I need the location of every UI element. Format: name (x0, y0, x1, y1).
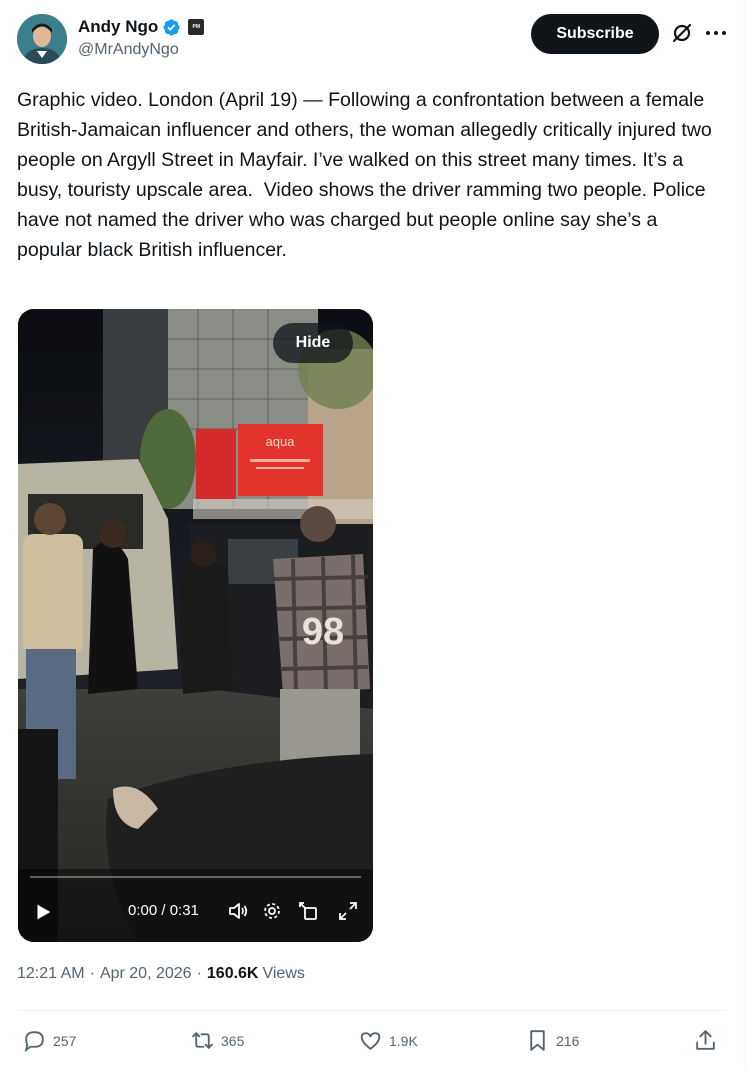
play-icon[interactable] (32, 901, 54, 923)
author-block: Andy Ngo PM @MrAndyNgo (78, 16, 205, 59)
heart-icon (360, 1032, 381, 1050)
hide-button[interactable]: Hide (273, 323, 353, 363)
bookmark-button[interactable]: 216 (525, 1028, 579, 1053)
tweet-time[interactable]: 12:21 AM (17, 965, 85, 983)
repost-icon (192, 1032, 213, 1049)
divider (17, 1010, 725, 1011)
video-progress-bar[interactable] (30, 876, 361, 878)
meta-separator: · (89, 965, 95, 982)
settings-gear-icon[interactable] (260, 899, 284, 923)
grok-icon[interactable] (670, 21, 694, 45)
subscribe-button[interactable]: Subscribe (531, 14, 659, 54)
like-button[interactable]: 1.9K (358, 1028, 418, 1053)
tweet-date[interactable]: Apr 20, 2026 (100, 965, 192, 983)
pip-icon[interactable] (296, 899, 320, 923)
views-count: 160.6K (206, 965, 259, 982)
store-sign-text: aqua (266, 434, 296, 449)
jersey-number-text: 98 (302, 611, 344, 653)
affiliate-badge[interactable]: PM (188, 19, 205, 35)
ellipsis-icon[interactable] (704, 21, 728, 45)
avatar[interactable] (17, 14, 67, 64)
reply-icon (24, 1031, 44, 1053)
share-button[interactable] (693, 1028, 718, 1053)
video-time: 0:00 / 0:31 (128, 902, 199, 919)
video-controls: 0:00 / 0:31 (18, 884, 373, 942)
repost-count: 365 (221, 1032, 245, 1049)
volume-icon[interactable] (226, 899, 250, 923)
action-bar: 257 365 1.9K 216 (17, 1028, 725, 1058)
reply-count: 257 (53, 1032, 77, 1049)
tweet-meta: 12:21 AM · Apr 20, 2026 · 160.6K Views (17, 965, 305, 983)
tweet-text: Graphic video. London (April 19) — Follo… (17, 89, 718, 261)
video-frame: aqua 98 (18, 309, 373, 942)
verified-badge-icon (162, 18, 181, 37)
video-player[interactable]: aqua 98 Hide 0:00 / 0:31 (18, 309, 373, 942)
fullscreen-icon[interactable] (336, 899, 360, 923)
handle[interactable]: @MrAndyNgo (78, 41, 204, 59)
display-name[interactable]: Andy Ngo (78, 17, 158, 37)
share-icon (696, 1030, 715, 1050)
like-count: 1.9K (389, 1032, 418, 1049)
bookmark-icon (530, 1030, 545, 1051)
bookmark-count: 216 (556, 1032, 580, 1049)
repost-button[interactable]: 365 (190, 1028, 244, 1053)
meta-separator: · (196, 965, 202, 982)
tweet-header: Andy Ngo PM @MrAndyNgo Subscribe (17, 12, 728, 66)
reply-button[interactable]: 257 (22, 1028, 76, 1053)
views-label: Views (262, 965, 305, 982)
